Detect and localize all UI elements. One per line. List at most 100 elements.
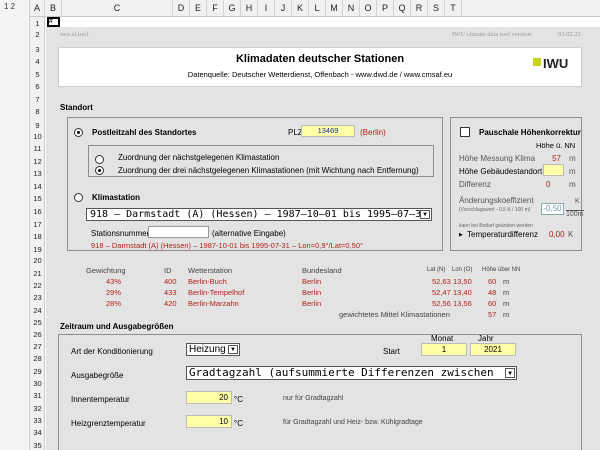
- row-header-3[interactable]: 3: [30, 45, 45, 54]
- radio-zuordnung-1[interactable]: [95, 155, 104, 164]
- row-header-2[interactable]: 2: [30, 30, 45, 39]
- column-header-K[interactable]: K: [292, 0, 309, 17]
- column-header-B[interactable]: B: [45, 0, 62, 17]
- table-row-2-unit: m: [503, 288, 510, 297]
- active-cell-a1[interactable]: #: [47, 17, 60, 27]
- station-number-input[interactable]: [148, 226, 209, 238]
- chevron-down-icon[interactable]: ▼: [505, 368, 515, 378]
- column-header-G[interactable]: G: [224, 0, 241, 17]
- ausgabe-label: Ausgabegröße: [71, 371, 124, 380]
- row-header-30[interactable]: 30: [30, 379, 45, 388]
- column-header-T[interactable]: T: [445, 0, 462, 17]
- row-header-32[interactable]: 32: [30, 404, 45, 413]
- chevron-down-icon[interactable]: ▼: [228, 345, 238, 354]
- row-header-15[interactable]: 15: [30, 194, 45, 203]
- th-wetterstation: Wetterstation: [188, 266, 233, 275]
- row-header-26[interactable]: 26: [30, 330, 45, 339]
- station-info: 918 – Darmstadt (A) (Hessen) – 1987-10-0…: [91, 241, 363, 250]
- row-header-25[interactable]: 25: [30, 318, 45, 327]
- hoehe-gebaeude-input[interactable]: [543, 164, 564, 176]
- column-header-A[interactable]: A: [30, 0, 45, 17]
- innentemp-hint: nur für Gradtagzahl: [283, 395, 344, 402]
- row-header-10[interactable]: 10: [30, 132, 45, 141]
- table-row-2-id: 433: [164, 288, 177, 297]
- jahr-input[interactable]: 2021: [470, 343, 516, 356]
- column-header-Q[interactable]: Q: [394, 0, 411, 17]
- ausgabe-dropdown[interactable]: Gradtagzahl (aufsummierte Differenzen zw…: [186, 366, 517, 380]
- zuordnung-option-3: Zuordnung der drei nächstgelegenen Klima…: [118, 166, 419, 175]
- row-header-7[interactable]: 7: [30, 95, 45, 104]
- column-header-E[interactable]: E: [190, 0, 207, 17]
- table-row-1-unit: m: [503, 277, 510, 286]
- column-header-D[interactable]: D: [173, 0, 190, 17]
- row-header-6[interactable]: 6: [30, 82, 45, 91]
- radio-klimastation[interactable]: [74, 193, 83, 202]
- konditionierung-label: Art der Konditionierung: [71, 347, 153, 356]
- row-header-31[interactable]: 31: [30, 391, 45, 400]
- chevron-down-icon[interactable]: ▼: [420, 210, 430, 219]
- column-header-H[interactable]: H: [241, 0, 258, 17]
- page-subtitle: Datenquelle: Deutscher Wetterdienst, Off…: [187, 70, 453, 79]
- row-header-9[interactable]: 9: [30, 121, 45, 130]
- table-row-3-lon: 13,56: [453, 299, 472, 308]
- innentemp-input[interactable]: 20: [186, 391, 232, 404]
- heizgrenz-hint: für Gradtagzahl und Heiz- bzw. Kühlgradt…: [283, 419, 423, 426]
- row-header-8[interactable]: 8: [30, 107, 45, 116]
- radio-plz[interactable]: [74, 128, 83, 137]
- column-header-S[interactable]: S: [428, 0, 445, 17]
- column-header-F[interactable]: F: [207, 0, 224, 17]
- row-header-28[interactable]: 28: [30, 354, 45, 363]
- row-header-12[interactable]: 12: [30, 157, 45, 166]
- column-header-M[interactable]: M: [326, 0, 343, 17]
- hoehe-row-label-3: Differenz: [459, 180, 491, 189]
- column-header-N[interactable]: N: [343, 0, 360, 17]
- hoehe-row-value-1: 57: [552, 154, 561, 163]
- row-header-33[interactable]: 33: [30, 416, 45, 425]
- tool-name: iwu.xl.tool: [60, 31, 89, 38]
- konditionierung-dropdown[interactable]: Heizung ▼: [186, 343, 240, 356]
- plz-input[interactable]: 13469: [301, 125, 355, 137]
- column-header-L[interactable]: L: [309, 0, 326, 17]
- column-header-O[interactable]: O: [360, 0, 377, 17]
- row-header-27[interactable]: 27: [30, 342, 45, 351]
- column-header-C[interactable]: C: [62, 0, 173, 17]
- monat-input[interactable]: 1: [421, 343, 467, 356]
- column-header-P[interactable]: P: [377, 0, 394, 17]
- row-header-35[interactable]: 35: [30, 441, 45, 450]
- station-dropdown[interactable]: 918 – Darmstadt (A) (Hessen) – 1987–10–0…: [86, 208, 432, 221]
- coef-unit: 100m: [566, 210, 584, 218]
- hoehe-checkbox[interactable]: [460, 127, 470, 137]
- table-row-2-station: Berlin-Tempelhof: [188, 288, 245, 297]
- row-header-29[interactable]: 29: [30, 367, 45, 376]
- iwu-logo-icon: [533, 58, 541, 66]
- row-header-13[interactable]: 13: [30, 169, 45, 178]
- row-header-18[interactable]: 18: [30, 232, 45, 241]
- row-header-21[interactable]: 21: [30, 269, 45, 278]
- table-row-1-lon: 13,50: [453, 277, 472, 286]
- table-row-1-hoehe: 60: [488, 277, 497, 286]
- stations-table-body: 43% 400 Berlin-Buch Berlin 52,63 13,50 6…: [86, 277, 586, 311]
- coef-input[interactable]: -0,50: [541, 203, 564, 215]
- row-header-24[interactable]: 24: [30, 306, 45, 315]
- column-header-R[interactable]: R: [411, 0, 428, 17]
- column-header-J[interactable]: J: [275, 0, 292, 17]
- row-header-11[interactable]: 11: [30, 144, 45, 153]
- row-header-4[interactable]: 4: [30, 57, 45, 66]
- heizgrenz-input[interactable]: 10: [186, 415, 232, 428]
- column-header-I[interactable]: I: [258, 0, 275, 17]
- row-header-22[interactable]: 22: [30, 281, 45, 290]
- row-header-17[interactable]: 17: [30, 220, 45, 229]
- radio-zuordnung-3[interactable]: [95, 166, 104, 175]
- outline-levels[interactable]: 1 2: [4, 2, 15, 11]
- section-zeitraum: Zeitraum und Ausgabegrößen: [60, 322, 174, 331]
- row-header-16[interactable]: 16: [30, 207, 45, 216]
- section-standort: Standort: [60, 103, 93, 112]
- row-header-19[interactable]: 19: [30, 245, 45, 254]
- row-header-1[interactable]: 1: [30, 19, 45, 28]
- row-header-23[interactable]: 23: [30, 293, 45, 302]
- row-header-14[interactable]: 14: [30, 182, 45, 191]
- temp-diff-label: Temperaturdifferenz: [467, 230, 538, 239]
- row-header-34[interactable]: 34: [30, 428, 45, 437]
- row-header-5[interactable]: 5: [30, 70, 45, 79]
- row-header-20[interactable]: 20: [30, 256, 45, 265]
